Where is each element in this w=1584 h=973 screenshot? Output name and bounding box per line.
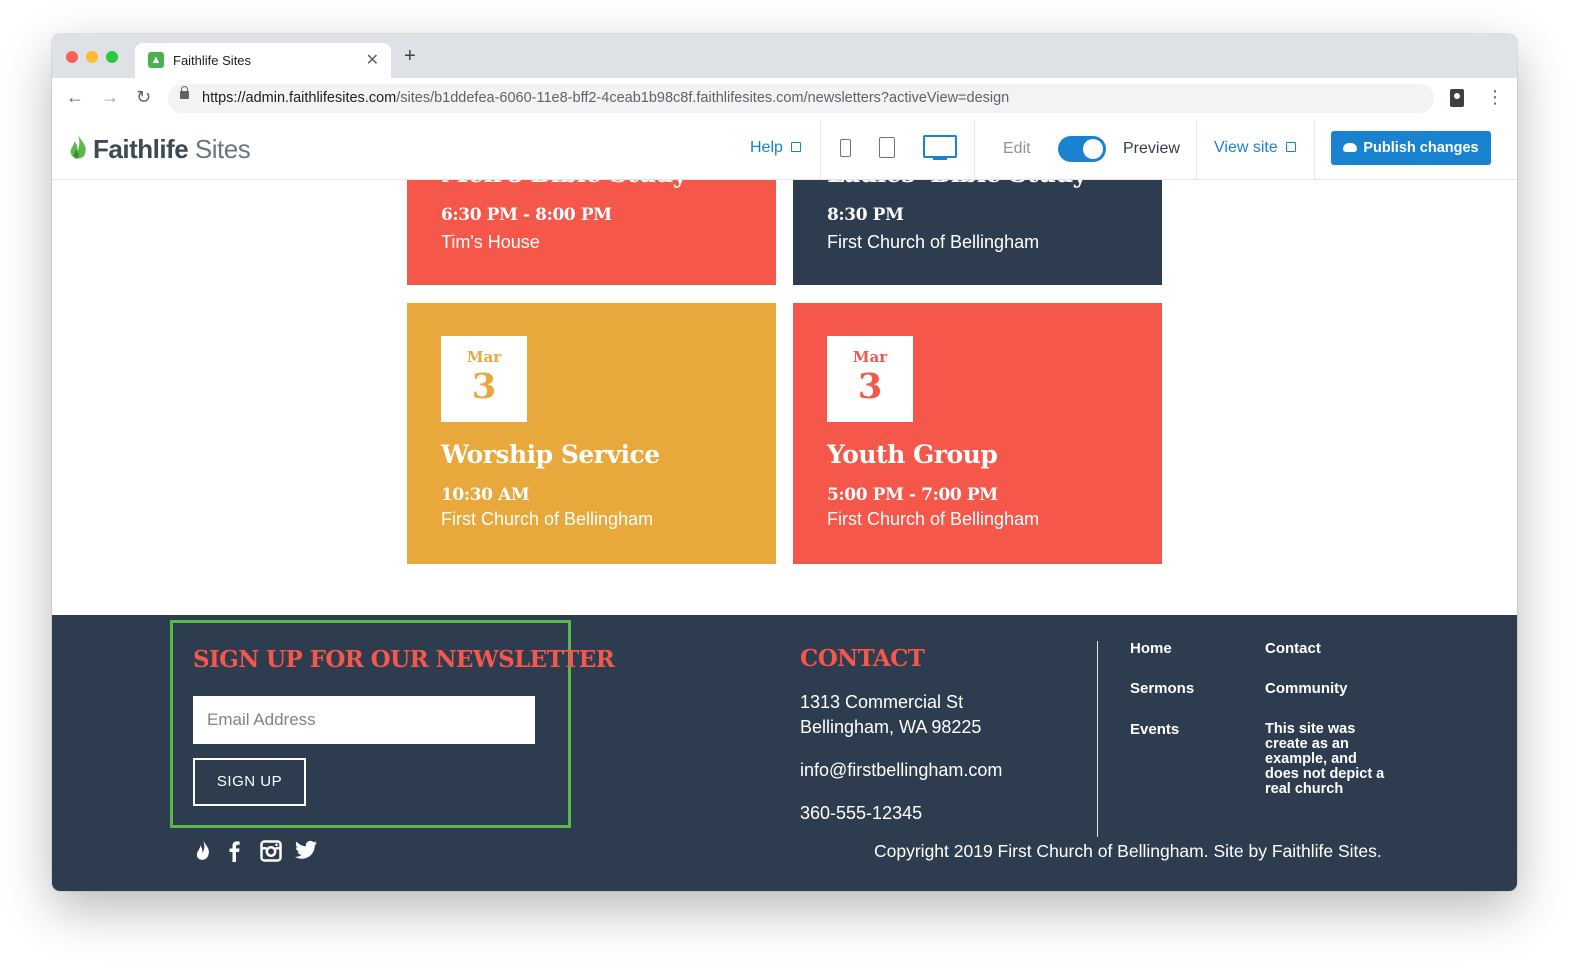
app-header: Faithlife Sites Help Edit Preview View s… [52, 119, 1517, 180]
contact-phone: 360-555-12345 [800, 803, 923, 823]
preview-label[interactable]: Preview [1123, 140, 1180, 158]
event-title: Youth Group [827, 440, 998, 469]
event-time: 8:30 PM [827, 205, 904, 225]
site-footer: SIGN UP FOR OUR NEWSLETTER SIGN UP CONTA [52, 615, 1517, 891]
forward-arrow-icon[interactable]: → [101, 86, 119, 108]
new-tab-icon[interactable]: + [404, 46, 416, 66]
edit-preview-toggle[interactable] [1058, 136, 1106, 162]
browser-window: ▲ Faithlife Sites ✕ + ← → ↻ https://admi… [52, 34, 1517, 891]
event-date-badge: Mar 3 [441, 336, 527, 422]
header-divider [1196, 119, 1197, 179]
faithlife-icon[interactable] [194, 840, 212, 862]
flame-logo-icon [70, 135, 86, 159]
event-card[interactable]: Men's Bible Study 6:30 PM - 8:00 PM Tim'… [407, 179, 776, 285]
address-line-2: Bellingham, WA 98225 [800, 717, 982, 737]
event-date-badge: Mar 3 [827, 336, 913, 422]
lock-icon [180, 86, 189, 99]
tab-strip: ▲ Faithlife Sites ✕ + [52, 34, 1517, 78]
publish-changes-button[interactable]: Publish changes [1331, 131, 1491, 165]
address-line-1: 1313 Commercial St [800, 692, 964, 712]
event-title: Ladies' Bible Study [827, 179, 1087, 188]
help-link[interactable]: Help [750, 139, 801, 157]
desktop-view-icon[interactable] [923, 135, 957, 160]
external-link-icon [790, 142, 801, 152]
header-divider [820, 119, 821, 179]
facebook-icon[interactable] [226, 840, 242, 862]
footer-link-sermons[interactable]: Sermons [1130, 680, 1194, 697]
event-location: Tim's House [441, 232, 540, 252]
url-text[interactable]: https://admin.faithlifesites.com/sites/b… [202, 90, 1009, 106]
tablet-view-icon[interactable] [879, 137, 895, 158]
event-time: 10:30 AM [441, 485, 530, 505]
event-card[interactable]: Mar 3 Worship Service 10:30 AM First Chu… [407, 303, 776, 564]
reload-icon[interactable]: ↻ [136, 86, 151, 108]
newsletter-signup-block[interactable]: SIGN UP FOR OUR NEWSLETTER SIGN UP [170, 620, 615, 828]
footer-link-events[interactable]: Events [1130, 721, 1179, 738]
event-time: 5:00 PM - 7:00 PM [827, 485, 998, 505]
back-arrow-icon[interactable]: ← [66, 86, 84, 108]
sign-up-button[interactable]: SIGN UP [193, 758, 306, 806]
cloud-upload-icon [1343, 143, 1358, 152]
event-title: Men's Bible Study [441, 179, 687, 188]
copyright-text: Copyright 2019 First Church of Bellingha… [874, 841, 1382, 861]
footer-link-contact[interactable]: Contact [1265, 640, 1321, 657]
tab-close-icon[interactable]: ✕ [366, 50, 379, 70]
footer-divider [1097, 641, 1098, 837]
newsletter-title: SIGN UP FOR OUR NEWSLETTER [193, 646, 615, 673]
event-location: First Church of Bellingham [441, 509, 654, 529]
mobile-view-icon[interactable] [840, 139, 851, 157]
maximize-window-button[interactable] [106, 51, 118, 63]
event-time: 6:30 PM - 8:00 PM [441, 205, 612, 225]
event-card[interactable]: Ladies' Bible Study 8:30 PM First Church… [793, 179, 1162, 285]
browser-toolbar: ← → ↻ https://admin.faithlifesites.com/s… [52, 78, 1517, 120]
minimize-window-button[interactable] [86, 51, 98, 63]
instagram-icon[interactable] [260, 840, 282, 862]
footer-link-community[interactable]: Community [1265, 680, 1348, 697]
header-divider [1314, 119, 1315, 179]
site-preview: Men's Bible Study 6:30 PM - 8:00 PM Tim'… [52, 179, 1517, 891]
header-divider [974, 119, 975, 179]
external-link-icon [1285, 142, 1296, 152]
contact-email-link[interactable]: info@firstbellingham.com [800, 760, 1002, 781]
close-window-button[interactable] [66, 51, 78, 63]
tab-title: Faithlife Sites [173, 53, 252, 68]
edit-label[interactable]: Edit [1003, 140, 1031, 158]
event-title: Worship Service [441, 440, 660, 469]
event-location: First Church of Bellingham [827, 232, 1040, 252]
contact-title: CONTACT [800, 645, 925, 672]
kebab-menu-icon[interactable]: ⋮ [1486, 86, 1504, 108]
view-site-link[interactable]: View site [1214, 139, 1296, 157]
faithlife-favicon-icon: ▲ [148, 52, 164, 68]
email-input[interactable] [193, 696, 535, 744]
event-location: First Church of Bellingham [827, 509, 1040, 529]
footer-link-home[interactable]: Home [1130, 640, 1172, 657]
extension-badge-icon[interactable] [1450, 89, 1464, 107]
event-card[interactable]: Mar 3 Youth Group 5:00 PM - 7:00 PM Firs… [793, 303, 1162, 564]
browser-tab[interactable]: ▲ Faithlife Sites ✕ [135, 43, 391, 78]
twitter-icon[interactable] [295, 840, 317, 860]
address-bar[interactable]: https://admin.faithlifesites.com/sites/b… [168, 84, 1434, 113]
disclaimer-note: This site was create as an example, and … [1265, 721, 1385, 797]
